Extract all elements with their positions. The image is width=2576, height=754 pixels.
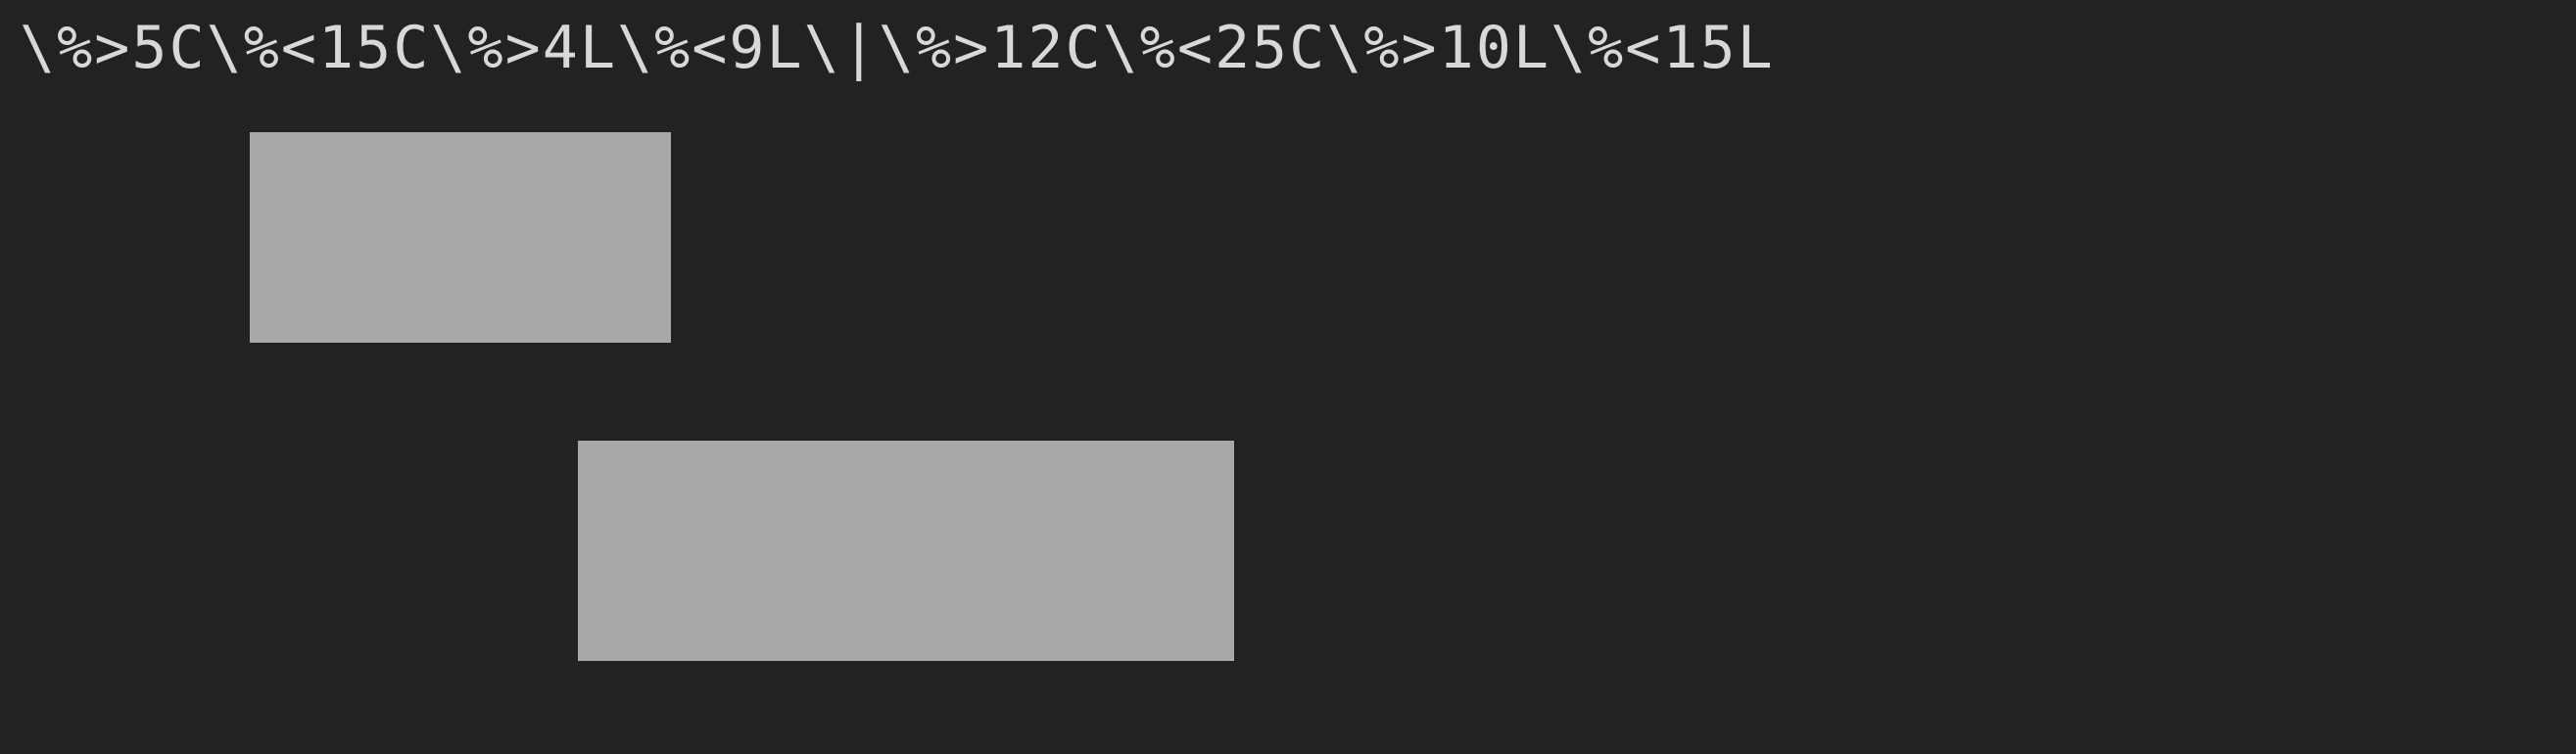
header-code-text: \%>5C\%<15C\%>4L\%<9L\|\%>12C\%<25C\%>10… [20,14,2556,82]
rectangle-1 [250,132,671,343]
rectangle-2 [578,441,1234,661]
